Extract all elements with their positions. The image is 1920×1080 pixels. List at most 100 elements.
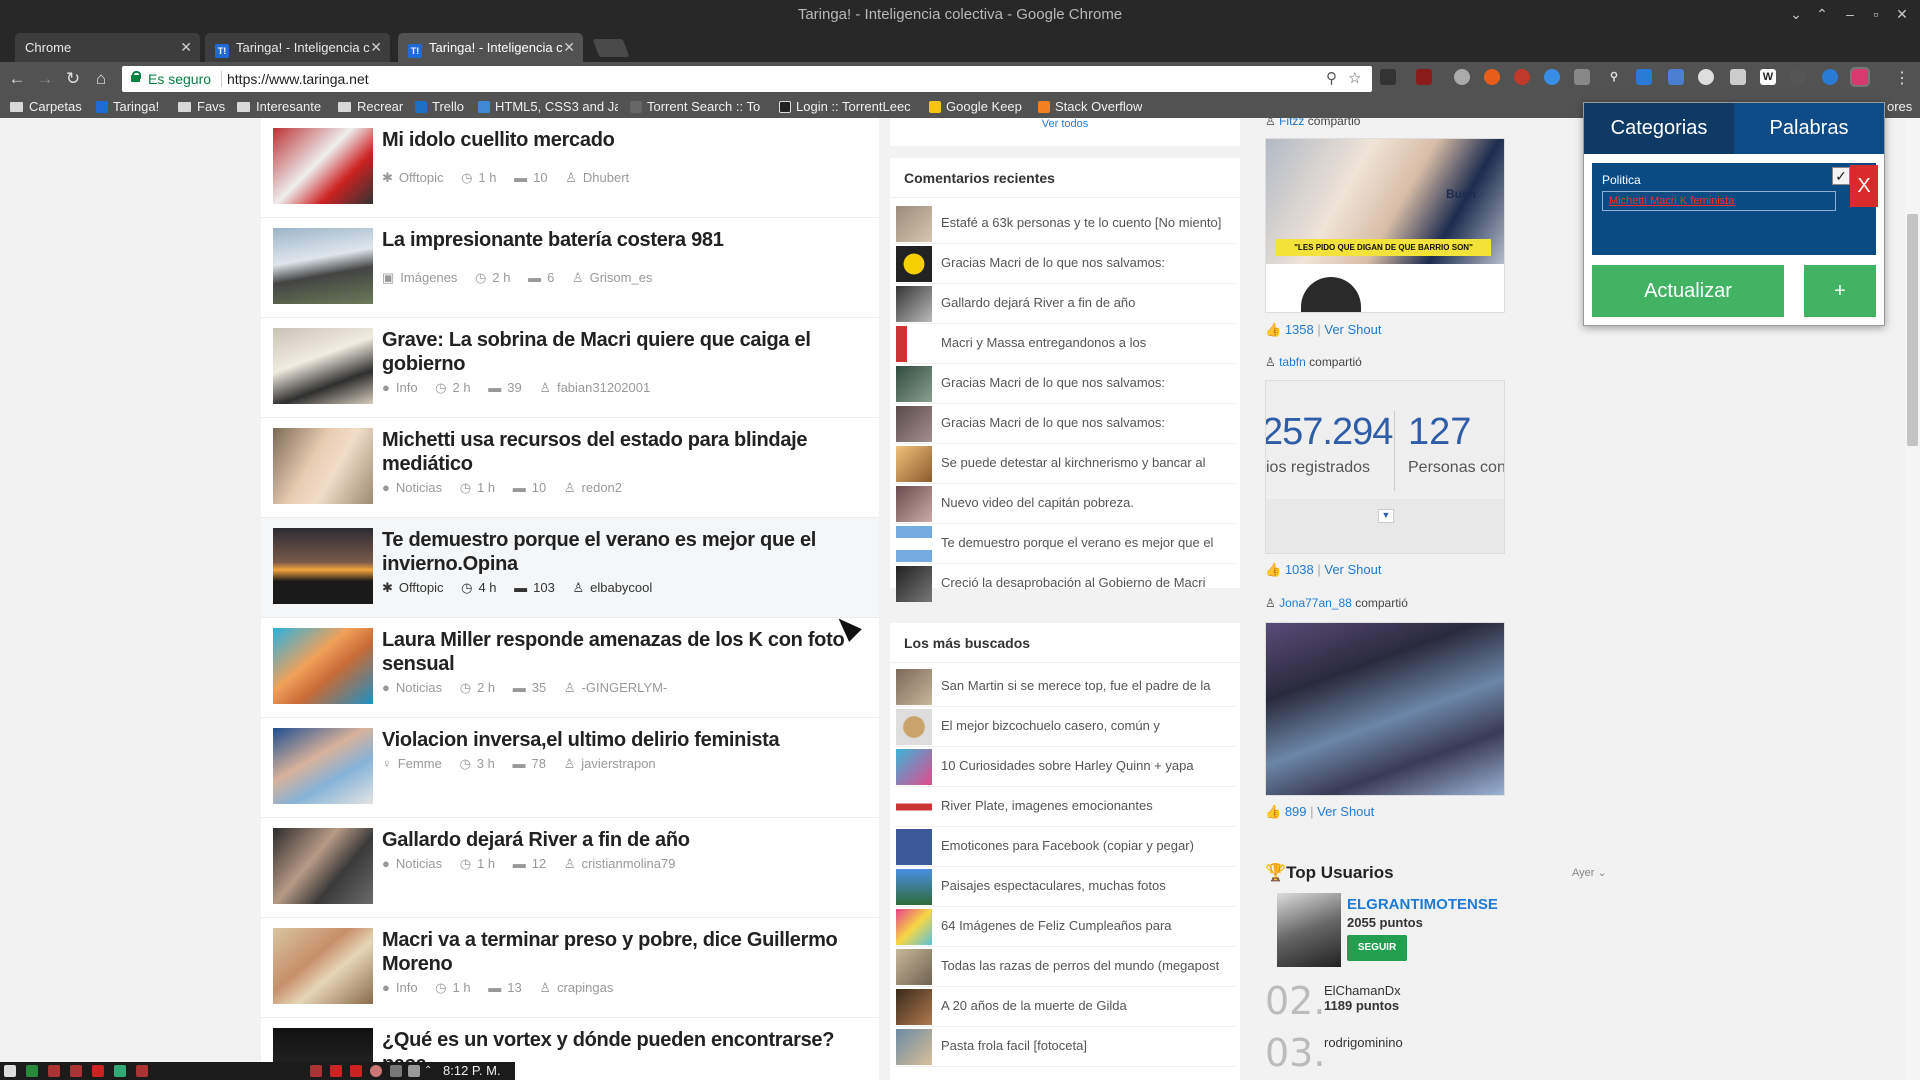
post-title[interactable]: Te demuestro porque el verano es mejor q… (382, 528, 862, 576)
tab-taringa-2[interactable]: T! Taringa! - Inteligencia c ✕ (398, 33, 583, 62)
scrollbar[interactable] (1905, 118, 1920, 1080)
back-arrow-icon[interactable]: ← (6, 69, 28, 89)
search-item[interactable]: El mejor bizcochuelo casero, común y (894, 707, 1236, 747)
app-icon[interactable] (70, 1065, 82, 1077)
shout-user[interactable]: Jona77an_88 (1279, 596, 1352, 610)
top-user-name[interactable]: ELGRANTIMOTENSE (1347, 896, 1498, 913)
search-item[interactable]: San Martin si se merece top, fue el padr… (894, 667, 1236, 707)
update-button[interactable]: Actualizar (1592, 265, 1784, 317)
search-item[interactable]: Pasta frola facil [fotoceta] (894, 1027, 1236, 1067)
shout-user[interactable]: tabfn (1279, 355, 1306, 369)
post-item[interactable]: Mi idolo cuellito mercado ✱ Offtopic ◷ 1 h… (261, 118, 879, 218)
tab-taringa-1[interactable]: T! Taringa! - Inteligencia c ✕ (205, 33, 390, 62)
category-checkbox[interactable]: ✓ (1832, 167, 1850, 185)
search-text[interactable]: River Plate, imagenes emocionantes (941, 798, 1233, 813)
extension-icon[interactable] (1380, 69, 1396, 85)
comment-item[interactable]: Gallardo dejará River a fin de año (894, 284, 1236, 324)
search-item[interactable]: Emoticones para Facebook (copiar y pegar… (894, 827, 1236, 867)
bookmark-favs[interactable]: Favs (178, 99, 225, 114)
tab-categories[interactable]: Categorias (1584, 103, 1734, 154)
bookmark-stackoverflow[interactable]: Stack Overflow (1038, 99, 1142, 114)
chevron-down-icon[interactable]: ⌄ (1786, 6, 1806, 23)
scrollbar-thumb[interactable] (1907, 214, 1918, 446)
search-text[interactable]: Paisajes espectaculares, muchas fotos (941, 878, 1233, 893)
translate-icon[interactable] (1668, 69, 1684, 85)
bookmark-carpetas[interactable]: Carpetas (10, 99, 82, 114)
close-icon[interactable]: ✕ (563, 39, 575, 56)
search-text[interactable]: Todas las razas de perros del mundo (meg… (941, 958, 1233, 973)
chevron-up-icon[interactable]: ⌃ (1812, 6, 1832, 23)
extension-icon[interactable] (1514, 69, 1530, 85)
thumbs-up-icon[interactable]: 👍 (1265, 804, 1281, 819)
follow-button[interactable]: SEGUIR (1347, 935, 1407, 961)
post-category[interactable]: ● Info (382, 380, 418, 395)
ver-shout-link[interactable]: Ver Shout (1324, 562, 1381, 577)
search-text[interactable]: 64 Imágenes de Feliz Cumpleaños para (941, 918, 1233, 933)
post-category[interactable]: ● Noticias (382, 480, 442, 495)
app-icon[interactable] (136, 1065, 148, 1077)
words-input[interactable]: Michetti Macri K feminista (1602, 191, 1836, 211)
comment-item[interactable]: Nuevo video del capitán pobreza. (894, 484, 1236, 524)
post-author[interactable]: ♙ fabian31202001 (539, 380, 650, 395)
ver-todos-link[interactable]: Ver todos (890, 118, 1240, 146)
post-title[interactable]: Macri va a terminar preso y pobre, dice … (382, 928, 862, 976)
comment-item[interactable]: Gracias Macri de lo que nos salvamos: (894, 244, 1236, 284)
comment-text[interactable]: Gracias Macri de lo que nos salvamos: (941, 255, 1233, 270)
word-filter-extension-icon[interactable] (1850, 67, 1870, 87)
post-title[interactable]: Laura Miller responde amenazas de los K … (382, 628, 862, 676)
bookmark-taringa[interactable]: Taringa! (96, 99, 159, 114)
post-thumbnail[interactable] (273, 428, 373, 504)
search-text[interactable]: 10 Curiosidades sobre Harley Quinn + yap… (941, 758, 1233, 773)
extension-icon[interactable] (1790, 69, 1806, 85)
tray-icon[interactable] (350, 1065, 362, 1077)
post-category[interactable]: ● Info (382, 980, 418, 995)
app-icon[interactable] (26, 1065, 38, 1077)
search-item[interactable]: 64 Imágenes de Feliz Cumpleaños para (894, 907, 1236, 947)
thumbs-up-icon[interactable]: 👍 (1265, 562, 1281, 577)
close-icon[interactable]: ✕ (370, 39, 382, 56)
comment-item[interactable]: Creció la desaprobación al Gobierno de M… (894, 564, 1236, 604)
extension-icon[interactable]: ⚲ (1606, 69, 1622, 85)
tray-icon[interactable] (330, 1065, 342, 1077)
bookmark-torrentleech[interactable]: Login :: TorrentLeec (779, 99, 917, 114)
post-item[interactable]: Michetti usa recursos del estado para bl… (261, 418, 879, 518)
post-author[interactable]: ♙ crapingas (539, 980, 613, 995)
post-item[interactable]: Macri va a terminar preso y pobre, dice … (261, 918, 879, 1018)
period-select[interactable]: Ayer ⌄ (1572, 866, 1607, 879)
avatar[interactable] (1277, 893, 1341, 967)
bookmark-others[interactable]: ores (1887, 99, 1912, 114)
comment-text[interactable]: Gracias Macri de lo que nos salvamos: (941, 415, 1233, 430)
post-item[interactable]: Violacion inversa,el ultimo delirio femi… (261, 718, 879, 818)
comment-text[interactable]: Estafé a 63k personas y te lo cuento [No… (941, 215, 1233, 230)
post-thumbnail[interactable] (273, 928, 373, 1004)
comment-item[interactable]: Te demuestro porque el verano es mejor q… (894, 524, 1236, 564)
extension-icon[interactable] (1698, 69, 1714, 85)
menu-icon[interactable]: ⋮ (1894, 68, 1910, 88)
comment-text[interactable]: Gallardo dejará River a fin de año (941, 295, 1233, 310)
close-icon[interactable]: ✕ (180, 39, 192, 56)
ver-shout-link[interactable]: Ver Shout (1317, 804, 1374, 819)
shout-image[interactable]: Buen "LES PIDO QUE DIGAN DE QUE BARRIO S… (1265, 138, 1505, 313)
extension-icon[interactable] (1730, 69, 1746, 85)
post-category[interactable]: ♀ Femme (382, 756, 442, 771)
post-category[interactable]: ● Noticias (382, 856, 442, 871)
post-thumbnail[interactable] (273, 528, 373, 604)
post-item[interactable]: Grave: La sobrina de Macri quiere que ca… (261, 318, 879, 418)
maximize-icon[interactable]: ▫ (1866, 6, 1886, 22)
comment-text[interactable]: Te demuestro porque el verano es mejor q… (941, 535, 1233, 550)
post-title[interactable]: Mi idolo cuellito mercado (382, 128, 862, 152)
post-thumbnail[interactable] (273, 828, 373, 904)
post-category[interactable]: ● Noticias (382, 680, 442, 695)
comment-item[interactable]: Estafé a 63k personas y te lo cuento [No… (894, 204, 1236, 244)
shout-image[interactable]: 257.294 ios registrados 127 Personas con… (1265, 380, 1505, 554)
close-window-icon[interactable]: ✕ (1892, 6, 1912, 23)
forward-arrow-icon[interactable]: → (34, 69, 56, 89)
search-text[interactable]: A 20 años de la muerte de Gilda (941, 998, 1233, 1013)
post-thumbnail[interactable] (273, 328, 373, 404)
comment-text[interactable]: Creció la desaprobación al Gobierno de M… (941, 575, 1233, 590)
extension-icon[interactable] (1484, 69, 1500, 85)
app-icon[interactable] (48, 1065, 60, 1077)
tab-words[interactable]: Palabras (1734, 103, 1884, 154)
app-icon[interactable] (4, 1065, 16, 1077)
search-item[interactable]: A 20 años de la muerte de Gilda (894, 987, 1236, 1027)
